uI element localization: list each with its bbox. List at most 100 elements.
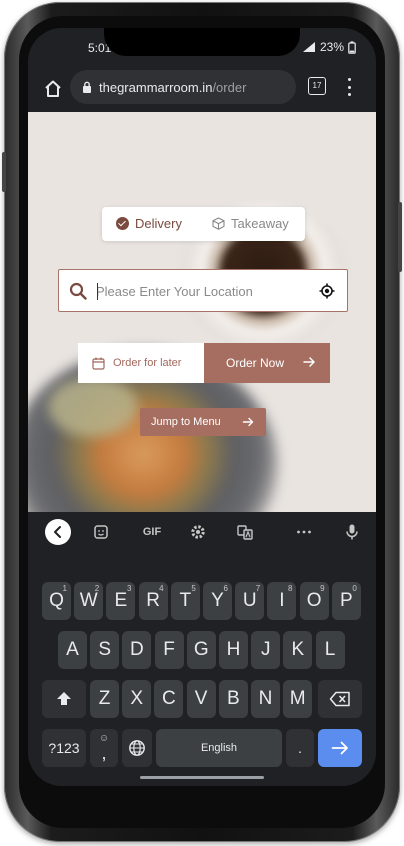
delivery-label: Delivery — [135, 216, 182, 231]
key-s[interactable]: S — [90, 631, 120, 669]
key-w[interactable]: W2 — [74, 582, 104, 620]
url-text: thegrammarroom.in/order — [99, 80, 246, 95]
language-key[interactable] — [122, 729, 152, 767]
address-bar[interactable]: thegrammarroom.in/order — [70, 70, 296, 104]
gesture-navigation-bar — [140, 776, 264, 779]
key-label: A — [66, 639, 79, 660]
key-label: R — [146, 590, 160, 611]
home-icon[interactable] — [42, 78, 64, 100]
on-screen-keyboard: GIF Q1W2E3R4T5Y6U7I8O9P0 ASDFGHJKL ZXCVB… — [28, 512, 376, 786]
order-page: Delivery Takeaway Order for later Order … — [28, 112, 376, 512]
gif-button[interactable]: GIF — [139, 522, 165, 542]
key-label: H — [226, 639, 241, 660]
keyboard-back-button[interactable] — [45, 519, 71, 545]
key-hint: 3 — [126, 584, 132, 593]
key-label: L — [324, 639, 336, 660]
key-v[interactable]: V — [186, 680, 216, 718]
key-hint: 7 — [255, 584, 261, 593]
browser-menu-icon[interactable] — [344, 76, 354, 98]
symbols-key[interactable]: ?123 — [42, 729, 86, 767]
key-y[interactable]: Y6 — [203, 582, 232, 620]
order-now-button[interactable]: Order Now — [204, 343, 330, 383]
key-label: G — [193, 639, 209, 660]
key-b[interactable]: B — [218, 680, 248, 718]
arrow-right-icon — [331, 741, 348, 755]
jump-to-menu-button[interactable]: Jump to Menu — [140, 408, 266, 436]
key-k[interactable]: K — [283, 631, 313, 669]
key-u[interactable]: U7 — [235, 582, 265, 620]
microphone-icon[interactable] — [342, 522, 362, 542]
key-label: F — [163, 639, 175, 660]
key-z[interactable]: Z — [90, 680, 119, 718]
key-m[interactable]: M — [283, 680, 313, 718]
key-e[interactable]: E3 — [106, 582, 136, 620]
key-label: E — [114, 590, 128, 611]
food-garnish-image — [48, 377, 138, 437]
takeaway-option[interactable]: Takeaway — [212, 216, 289, 231]
check-circle-icon — [116, 217, 129, 230]
battery-icon — [348, 40, 356, 54]
location-search-box — [58, 269, 348, 312]
location-input[interactable] — [96, 279, 316, 303]
key-hint: 6 — [223, 584, 228, 593]
power-button — [398, 202, 402, 272]
key-label: Z — [98, 688, 111, 709]
key-c[interactable]: C — [154, 680, 184, 718]
key-f[interactable]: F — [154, 631, 184, 669]
screen: 5:01 23% thegrammarroom.in/order 17 Deli… — [28, 28, 376, 786]
takeaway-label: Takeaway — [231, 216, 289, 231]
search-icon — [69, 282, 87, 300]
key-l[interactable]: L — [315, 631, 345, 669]
key-label: N — [258, 688, 273, 709]
status-bar: 5:01 23% — [28, 28, 376, 64]
space-key[interactable]: English — [156, 729, 282, 767]
order-now-label: Order Now — [226, 356, 285, 370]
backspace-key[interactable] — [318, 680, 362, 718]
key-n[interactable]: N — [251, 680, 280, 718]
settings-gear-icon[interactable] — [188, 522, 208, 542]
chevron-left-icon — [54, 526, 61, 538]
more-options-icon[interactable] — [294, 522, 314, 542]
key-label: M — [289, 688, 306, 709]
key-j[interactable]: J — [251, 631, 281, 669]
delivery-option[interactable]: Delivery — [116, 216, 182, 231]
key-label: D — [130, 639, 144, 660]
tab-switcher-button[interactable]: 17 — [308, 77, 326, 95]
key-g[interactable]: G — [186, 631, 216, 669]
key-x[interactable]: X — [122, 680, 152, 718]
translate-icon[interactable] — [235, 522, 255, 542]
key-p[interactable]: P0 — [331, 582, 361, 620]
key-label: O — [306, 590, 322, 611]
key-o[interactable]: O9 — [299, 582, 329, 620]
key-label: C — [162, 688, 176, 709]
globe-icon — [129, 740, 145, 756]
key-label: S — [98, 639, 112, 660]
order-for-later-label: Order for later — [113, 357, 182, 369]
key-i[interactable]: I8 — [267, 582, 297, 620]
key-h[interactable]: H — [219, 631, 248, 669]
notch — [104, 28, 300, 56]
key-hint: 0 — [352, 584, 357, 593]
key-a[interactable]: A — [58, 631, 87, 669]
key-t[interactable]: T5 — [170, 582, 200, 620]
key-label: J — [260, 639, 271, 660]
text-caret — [97, 283, 98, 300]
key-r[interactable]: R4 — [138, 582, 168, 620]
key-label: V — [194, 688, 208, 709]
period-key[interactable]: . — [286, 729, 314, 767]
shift-key[interactable] — [42, 680, 86, 718]
key-label: X — [130, 688, 144, 709]
order-for-later-button[interactable]: Order for later — [78, 343, 204, 383]
sticker-icon[interactable] — [91, 522, 111, 542]
key-label: W — [79, 590, 98, 611]
browser-toolbar: thegrammarroom.in/order 17 — [28, 64, 376, 112]
key-d[interactable]: D — [122, 631, 152, 669]
signal-icon — [302, 42, 315, 52]
volume-button — [2, 152, 6, 192]
battery-percent: 23% — [319, 40, 344, 54]
enter-key[interactable] — [318, 729, 362, 767]
key-label: K — [291, 639, 305, 660]
locate-me-icon[interactable] — [319, 283, 335, 299]
comma-key[interactable]: ☺ , — [90, 729, 118, 767]
key-q[interactable]: Q1 — [42, 582, 71, 620]
